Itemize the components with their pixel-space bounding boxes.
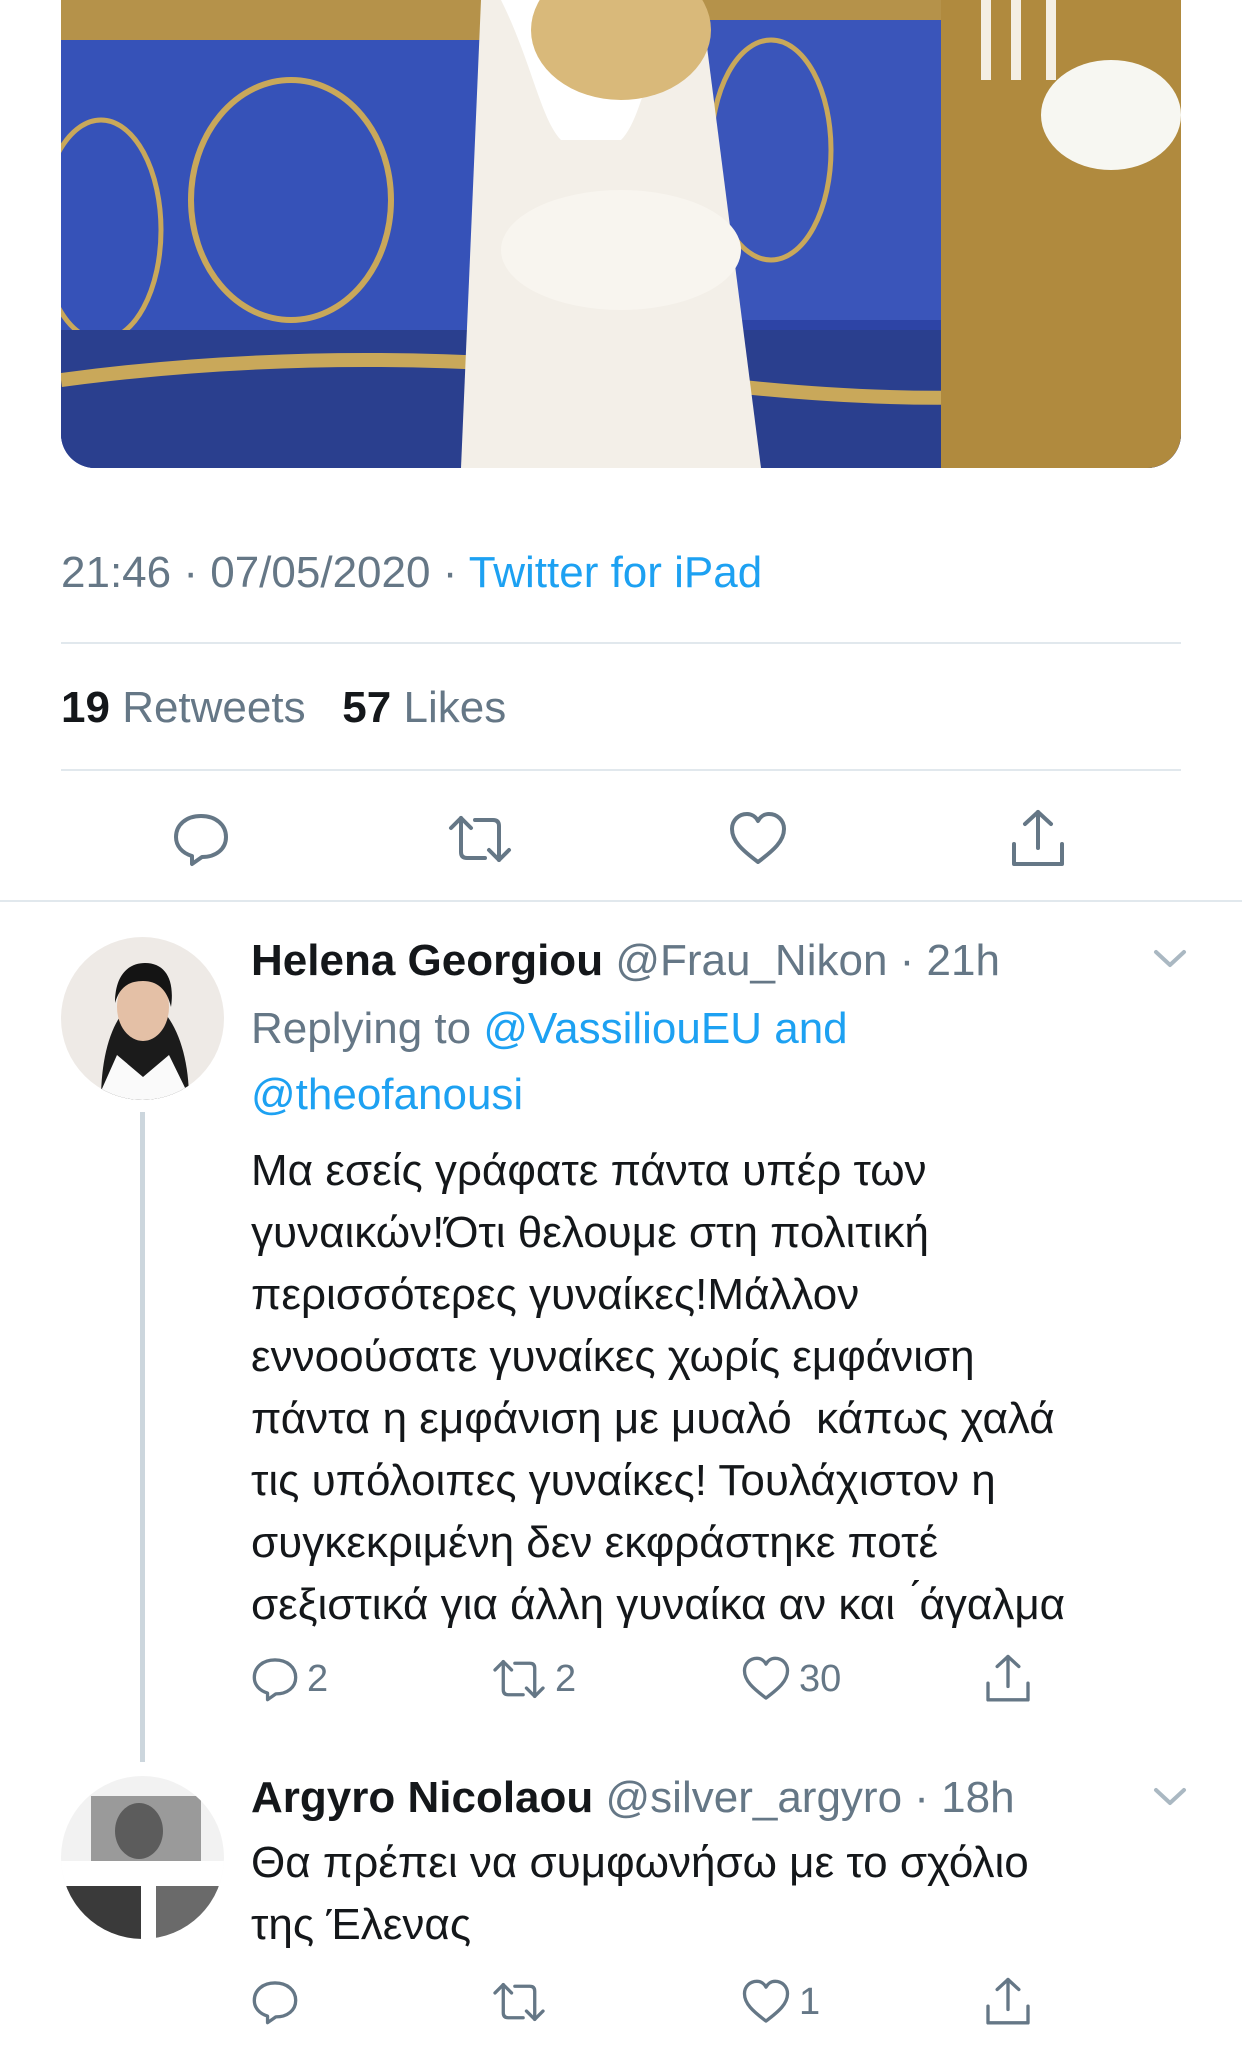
reply-button[interactable] — [172, 810, 230, 868]
mention-and[interactable]: and — [774, 1004, 847, 1053]
reply-icon — [252, 1981, 298, 2025]
share-icon — [1012, 810, 1064, 866]
reply-icon — [252, 1658, 298, 1702]
reply-action-bar: 1 — [251, 1976, 1091, 2038]
replying-prefix: Replying to — [251, 1004, 472, 1053]
reply-button[interactable] — [251, 1978, 299, 2026]
user-handle[interactable]: @silver_argyro — [606, 1773, 903, 1822]
divider — [0, 900, 1242, 902]
avatar[interactable] — [61, 1776, 224, 1939]
like-icon — [742, 1979, 790, 2023]
mention-link[interactable]: @VassiliouEU — [483, 1004, 762, 1053]
tweet-meta: 21:46 · 07/05/2020 · Twitter for iPad — [61, 548, 762, 598]
retweets-label: Retweets — [122, 683, 306, 732]
meta-separator: · — [887, 936, 927, 985]
tweet-stats: 19 Retweets 57 Likes — [61, 683, 506, 733]
retweet-count: 2 — [555, 1657, 577, 1700]
meta-separator: · — [183, 548, 211, 597]
chevron-down-icon — [1154, 1788, 1186, 1805]
avatar[interactable] — [61, 937, 224, 1100]
meta-separator: · — [442, 548, 469, 597]
share-icon — [986, 1977, 1030, 2025]
like-button[interactable]: 1 — [741, 1978, 820, 2026]
tweet-photo-image — [61, 0, 1181, 468]
likes-label: Likes — [403, 683, 507, 732]
like-button[interactable]: 30 — [741, 1655, 841, 1703]
like-icon — [730, 812, 786, 864]
share-icon — [986, 1654, 1030, 1702]
divider — [61, 769, 1181, 771]
retweets-count: 19 — [61, 683, 110, 732]
more-options-button[interactable] — [1150, 1782, 1190, 1815]
reply-text: Μα εσείς γράφατε πάντα υπέρ των γυναικών… — [251, 1146, 1066, 1629]
retweet-icon — [449, 816, 511, 862]
like-button[interactable] — [728, 810, 788, 868]
reply-action-bar: 2 2 30 — [251, 1653, 1091, 1715]
like-icon — [742, 1656, 790, 1700]
chevron-down-icon — [1154, 950, 1186, 967]
retweet-icon — [493, 1659, 545, 1699]
retweet-button[interactable]: 2 — [491, 1655, 576, 1703]
reply-header: Argyro Nicolaou @silver_argyro · 18h — [251, 1773, 1015, 1823]
mention-link[interactable]: @theofanousi — [251, 1070, 523, 1119]
like-count: 30 — [799, 1657, 842, 1700]
reply-text: Θα πρέπει να συμφωνήσω με το σχόλιο της … — [251, 1838, 1029, 1949]
meta-separator: · — [902, 1773, 942, 1822]
share-button[interactable] — [983, 1976, 1033, 2028]
tweet-photo[interactable] — [61, 0, 1181, 468]
reply-count: 2 — [307, 1657, 329, 1700]
avatar-image — [61, 937, 224, 1100]
divider — [61, 642, 1181, 644]
reply-time: 18h — [941, 1773, 1015, 1822]
retweet-button[interactable] — [491, 1978, 547, 2026]
retweet-button[interactable] — [447, 810, 513, 868]
reply-header: Helena Georgiou @Frau_Nikon · 21h — [251, 936, 1000, 986]
likes-stat[interactable]: 57 Likes — [342, 683, 506, 732]
likes-count: 57 — [342, 683, 392, 732]
reply-time: 21h — [926, 936, 1000, 985]
reply-button[interactable]: 2 — [251, 1655, 328, 1703]
share-button[interactable] — [983, 1653, 1033, 1705]
like-count: 1 — [799, 1980, 821, 2023]
user-handle[interactable]: @Frau_Nikon — [615, 936, 887, 985]
display-name[interactable]: Helena Georgiou — [251, 936, 603, 985]
tweet-source-link[interactable]: Twitter for iPad — [469, 548, 762, 597]
retweet-icon — [493, 1982, 545, 2022]
replying-to: Replying to @VassiliouEU and @theofanous… — [251, 996, 1151, 1128]
share-button[interactable] — [1008, 808, 1068, 870]
display-name[interactable]: Argyro Nicolaou — [251, 1773, 593, 1822]
more-options-button[interactable] — [1150, 944, 1190, 977]
tweet-date: 07/05/2020 — [210, 548, 431, 597]
avatar-image — [61, 1776, 224, 1939]
reply-icon — [174, 814, 228, 866]
thread-line — [140, 1112, 145, 1762]
retweets-stat[interactable]: 19 Retweets — [61, 683, 306, 732]
tweet-action-bar — [0, 800, 1242, 880]
tweet-time: 21:46 — [61, 548, 172, 597]
